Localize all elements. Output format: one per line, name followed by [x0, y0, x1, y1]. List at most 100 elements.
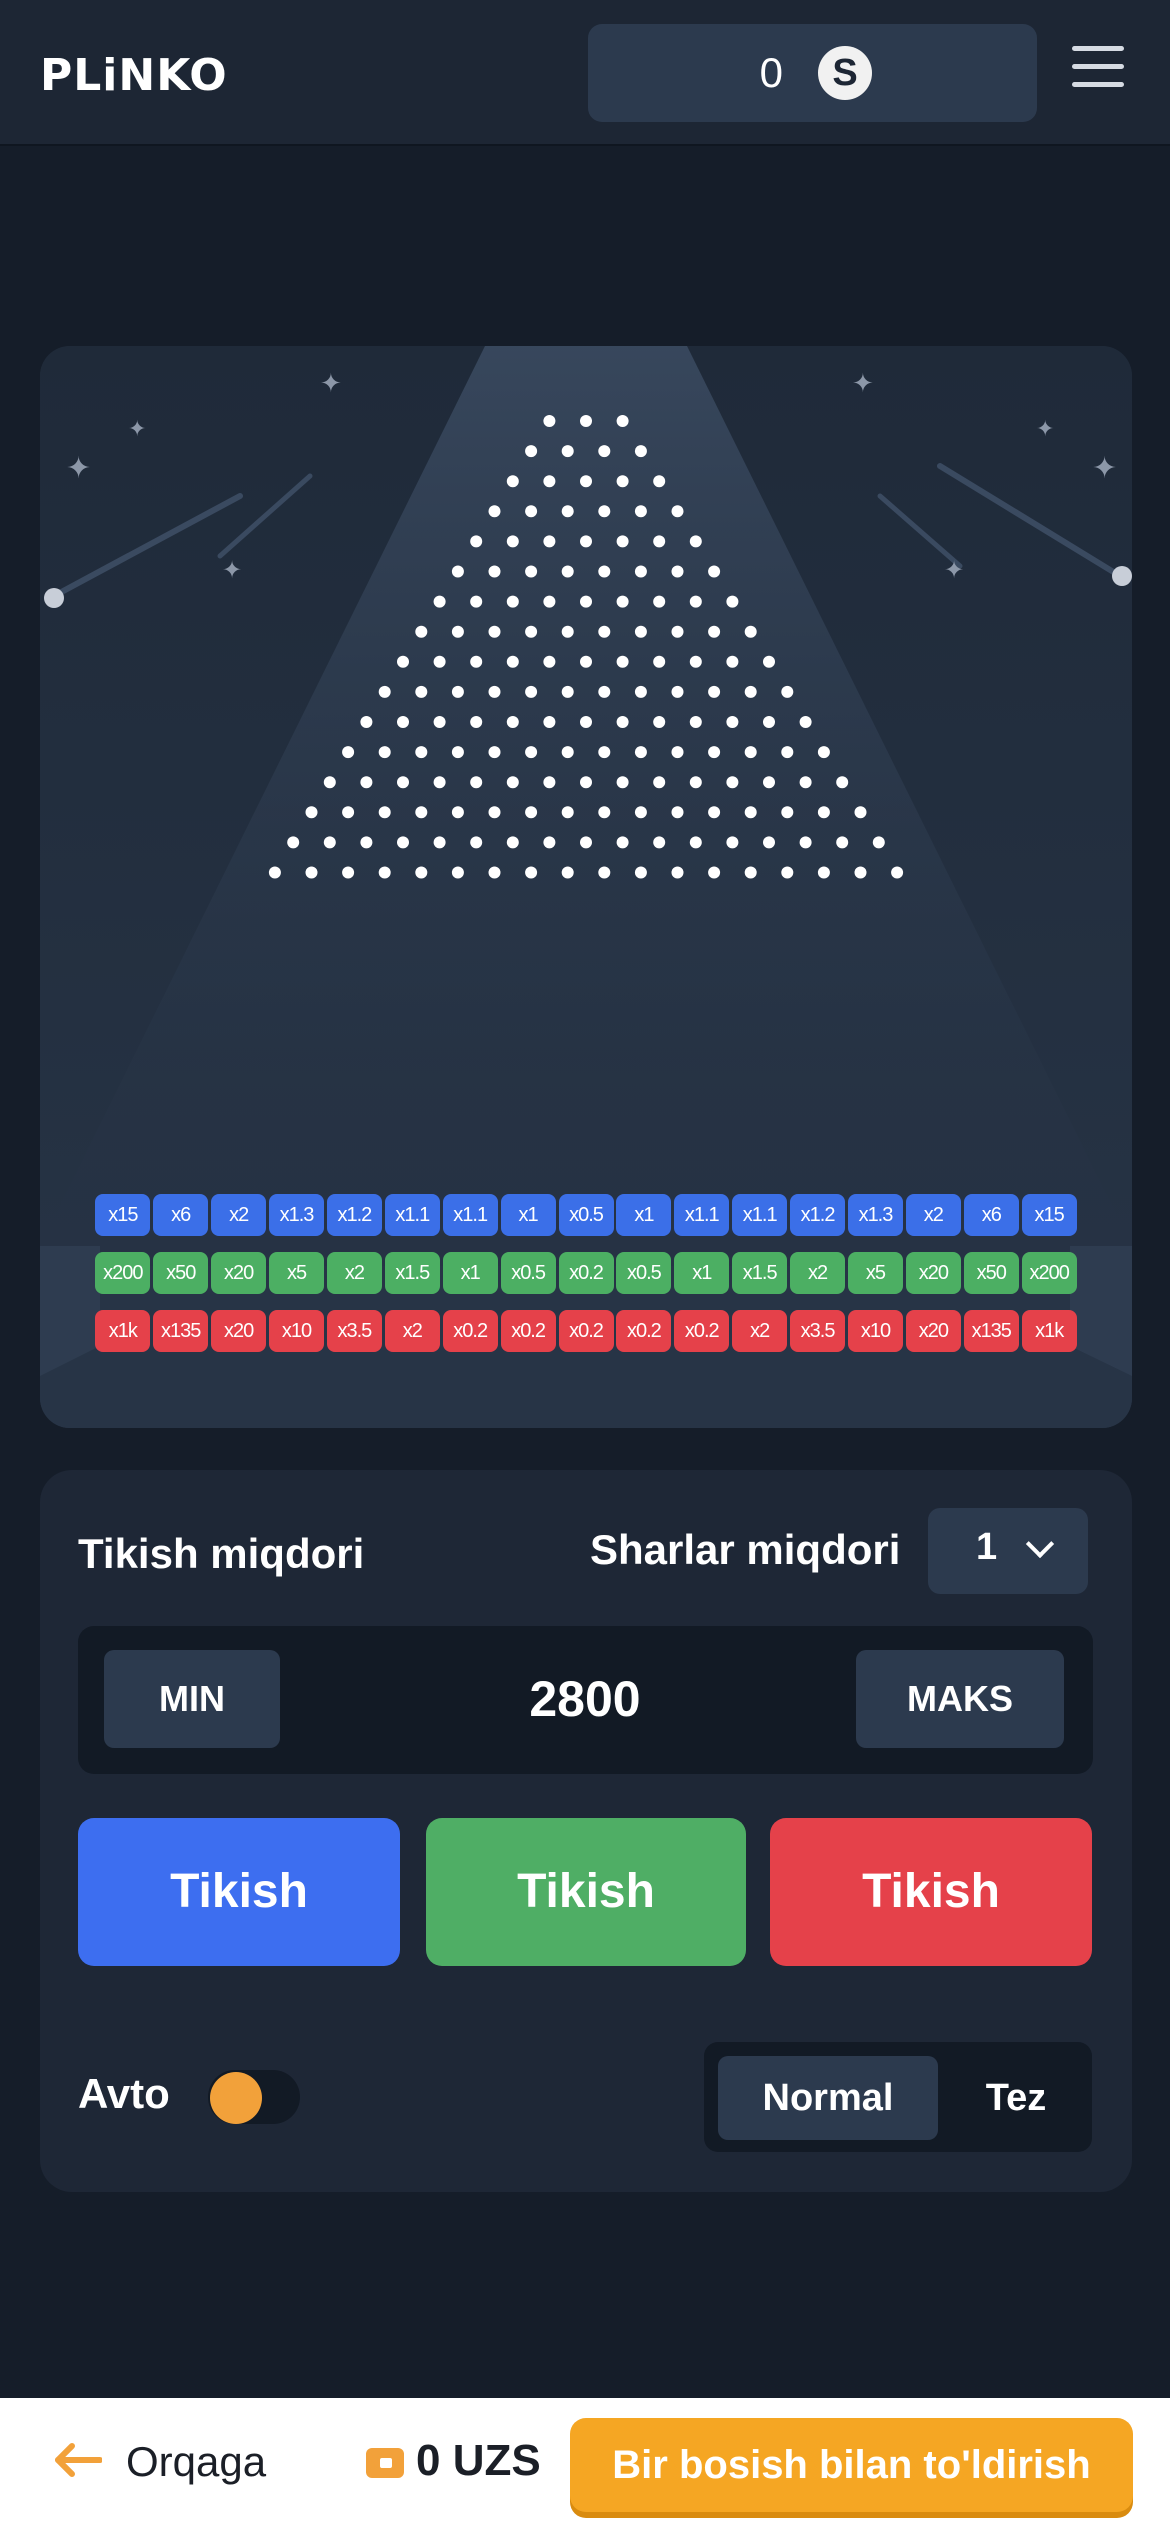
streak-dot	[1112, 566, 1132, 586]
peg	[305, 806, 318, 819]
svg-text:✦: ✦	[128, 417, 146, 442]
multiplier-slot: x0.2	[442, 1310, 498, 1352]
hamburger-menu-icon[interactable]	[1072, 46, 1124, 90]
speed-switch: Normal Tez	[704, 2042, 1092, 2152]
peg	[360, 716, 373, 728]
peg	[689, 716, 702, 728]
peg	[488, 806, 501, 819]
multiplier-slot: x2	[211, 1194, 267, 1236]
toggle-knob	[210, 2072, 262, 2124]
peg	[634, 565, 647, 578]
peg	[872, 836, 885, 849]
auto-toggle[interactable]	[208, 2070, 300, 2124]
peg	[781, 685, 794, 698]
multiplier-slot: x135	[963, 1310, 1019, 1352]
peg	[543, 776, 556, 789]
bet-panel: Tikish miqdori Sharlar miqdori 1 MIN 280…	[40, 1470, 1132, 2192]
multiplier-slot: x0.2	[558, 1310, 614, 1352]
chevron-down-icon	[1025, 1529, 1055, 1559]
peg	[616, 836, 629, 849]
balance-display[interactable]: 0 S	[588, 24, 1037, 122]
multiplier-slot: x1.1	[732, 1194, 788, 1236]
multiplier-slot: x20	[211, 1310, 267, 1352]
peg	[653, 475, 666, 488]
peg	[433, 655, 446, 668]
peg	[689, 776, 702, 789]
multiplier-slot: x15	[95, 1194, 151, 1236]
peg	[525, 565, 538, 578]
peg	[451, 565, 464, 578]
balls-count-select[interactable]: 1	[928, 1508, 1088, 1594]
peg	[561, 866, 574, 879]
multiplier-slot: x1.1	[674, 1194, 730, 1236]
peg	[378, 685, 391, 698]
multiplier-slot: x1.5	[732, 1252, 788, 1294]
peg	[671, 505, 684, 518]
multiplier-slot: x1	[442, 1252, 498, 1294]
min-button[interactable]: MIN	[104, 1650, 280, 1748]
peg	[397, 836, 409, 849]
peg	[470, 716, 483, 728]
peg	[397, 716, 409, 728]
peg	[616, 776, 629, 789]
wallet-icon	[366, 2448, 404, 2478]
peg	[580, 535, 592, 548]
multiplier-slot: x200	[95, 1252, 151, 1294]
svg-text:✦: ✦	[222, 556, 242, 584]
bottom-bar: Orqaga 0 UZS Bir bosish bilan to'ldirish	[0, 2398, 1170, 2532]
bet-button-red[interactable]: Tikish	[770, 1818, 1092, 1966]
multiplier-slot: x15	[1021, 1194, 1077, 1236]
plinko-logo[interactable]: PLiNKO	[40, 48, 228, 104]
speed-normal-option[interactable]: Normal	[718, 2056, 938, 2140]
peg	[708, 866, 721, 879]
peg	[506, 836, 519, 849]
peg	[836, 776, 849, 789]
multiplier-slot: x20	[905, 1310, 961, 1352]
peg	[580, 836, 592, 849]
peg	[506, 776, 519, 789]
back-link[interactable]: Orqaga	[126, 2438, 266, 2486]
peg	[799, 836, 812, 849]
peg	[433, 716, 446, 728]
bet-amount-value[interactable]: 2800	[278, 1670, 892, 1728]
multiplier-slot: x2	[384, 1310, 440, 1352]
multiplier-slot: x5	[847, 1252, 903, 1294]
multiplier-slot: x1	[500, 1194, 556, 1236]
speed-fast-option[interactable]: Tez	[954, 2056, 1078, 2140]
peg	[378, 806, 391, 819]
multiplier-slot: x0.2	[616, 1310, 672, 1352]
peg	[488, 685, 501, 698]
peg	[305, 866, 318, 879]
bet-button-blue[interactable]: Tikish	[78, 1818, 400, 1966]
peg	[598, 505, 611, 518]
multiplier-slot: x200	[1021, 1252, 1077, 1294]
peg	[451, 866, 464, 879]
multiplier-slot: x0.2	[674, 1310, 730, 1352]
peg	[525, 625, 538, 638]
peg	[616, 415, 629, 427]
peg	[470, 836, 483, 849]
peg	[506, 595, 519, 608]
peg	[415, 806, 428, 819]
peg	[726, 595, 739, 608]
bet-button-green[interactable]: Tikish	[426, 1818, 746, 1966]
peg	[616, 655, 629, 668]
peg	[634, 746, 647, 759]
peg	[616, 595, 629, 608]
multiplier-slot: x5	[269, 1252, 325, 1294]
peg	[580, 475, 592, 488]
back-arrow-icon[interactable]	[52, 2442, 102, 2478]
one-click-topup-button[interactable]: Bir bosish bilan to'ldirish	[570, 2418, 1133, 2512]
peg	[543, 415, 556, 427]
multiplier-slot: x6	[153, 1194, 209, 1236]
multiplier-slot: x1	[674, 1252, 730, 1294]
peg	[634, 685, 647, 698]
peg	[671, 565, 684, 578]
peg	[781, 866, 794, 879]
multiplier-slot: x1k	[95, 1310, 151, 1352]
peg	[689, 836, 702, 849]
peg	[561, 746, 574, 759]
multiplier-slot: x0.5	[558, 1194, 614, 1236]
max-button[interactable]: MAKS	[856, 1650, 1064, 1748]
balance-value: 0	[759, 49, 783, 96]
